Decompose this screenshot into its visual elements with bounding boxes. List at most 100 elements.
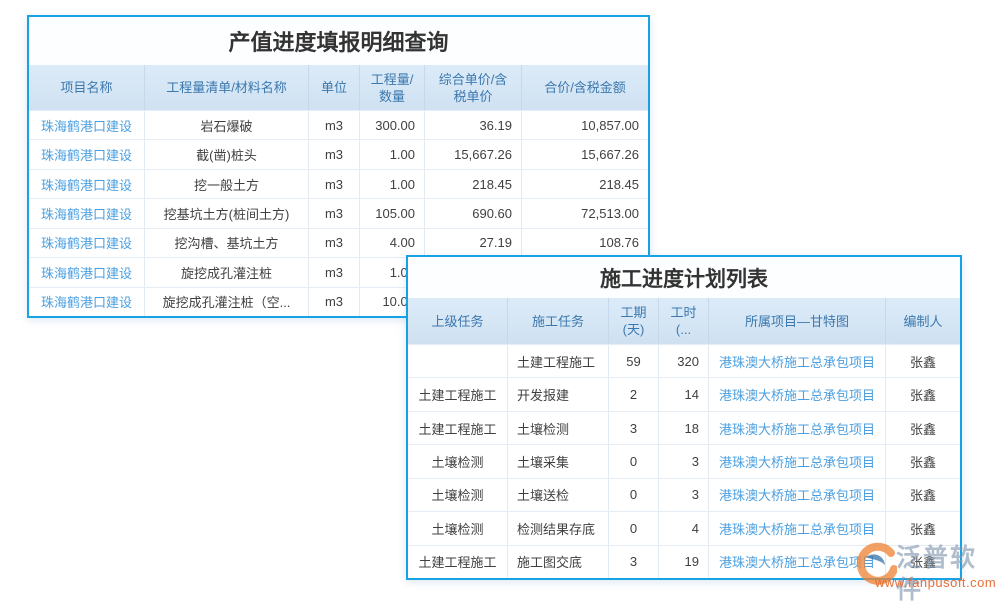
item-name-cell: 挖基坑土方(桩间土方) [145, 199, 309, 227]
unit-cell: m3 [309, 111, 360, 139]
table-row: 珠海鹤港口建设 挖沟槽、基坑土方 m3 4.00 27.19 108.76 [29, 228, 648, 257]
total-cell: 218.45 [522, 170, 648, 198]
project-link[interactable]: 珠海鹤港口建设 [41, 233, 132, 252]
parent-task-cell: 土建工程施工 [408, 546, 508, 578]
project-link[interactable]: 珠海鹤港口建设 [41, 292, 132, 311]
unit-price-cell: 690.60 [425, 199, 522, 227]
unit-cell: m3 [309, 199, 360, 227]
item-name-cell: 截(凿)桩头 [145, 140, 309, 168]
column-header-total: 合价/含税金额 [522, 65, 648, 110]
total-cell: 10,857.00 [522, 111, 648, 139]
author-cell: 张鑫 [886, 378, 960, 410]
unit-price-cell: 27.19 [425, 229, 522, 257]
fanpu-watermark: 泛普软件 www.fanpusoft.com [851, 542, 1000, 594]
project-gantt-link[interactable]: 港珠澳大桥施工总承包项目 [719, 519, 875, 538]
duration-cell: 0 [609, 445, 659, 477]
item-name-cell: 旋挖成孔灌注桩（空... [145, 288, 309, 316]
column-header-quantity: 工程量/数量 [360, 65, 425, 110]
unit-price-cell: 36.19 [425, 111, 522, 139]
hours-cell: 14 [659, 378, 709, 410]
project-gantt-link[interactable]: 港珠澳大桥施工总承包项目 [719, 485, 875, 504]
table-row: 土壤检测 土壤送检 0 3 港珠澳大桥施工总承包项目 张鑫 [408, 478, 960, 511]
unit-cell: m3 [309, 288, 360, 316]
column-header-parent-task: 上级任务 [408, 298, 508, 344]
schedule-title: 施工进度计划列表 [408, 257, 960, 298]
column-header-duration: 工期(天) [609, 298, 659, 344]
quantity-cell: 300.00 [360, 111, 425, 139]
parent-task-cell: 土壤检测 [408, 479, 508, 511]
project-link[interactable]: 珠海鹤港口建设 [41, 116, 132, 135]
task-cell: 土壤送检 [508, 479, 609, 511]
column-header-project-gantt: 所属项目—甘特图 [709, 298, 886, 344]
task-cell: 检测结果存底 [508, 512, 609, 544]
author-cell: 张鑫 [886, 445, 960, 477]
task-cell: 开发报建 [508, 378, 609, 410]
hours-cell: 18 [659, 412, 709, 444]
hours-cell: 3 [659, 445, 709, 477]
item-name-cell: 岩石爆破 [145, 111, 309, 139]
table-row: 土建工程施工 开发报建 2 14 港珠澳大桥施工总承包项目 张鑫 [408, 377, 960, 410]
task-cell: 土壤采集 [508, 445, 609, 477]
total-cell: 108.76 [522, 229, 648, 257]
table-row: 土建工程施工 59 320 港珠澳大桥施工总承包项目 张鑫 [408, 344, 960, 377]
item-name-cell: 挖一般土方 [145, 170, 309, 198]
project-gantt-link[interactable]: 港珠澳大桥施工总承包项目 [719, 352, 875, 371]
duration-cell: 3 [609, 546, 659, 578]
column-header-unit-price: 综合单价/含税单价 [425, 65, 522, 110]
column-header-author: 编制人 [886, 298, 960, 344]
task-cell: 土壤检测 [508, 412, 609, 444]
column-header-project: 项目名称 [29, 65, 145, 110]
parent-task-cell [408, 345, 508, 377]
author-cell: 张鑫 [886, 512, 960, 544]
parent-task-cell: 土建工程施工 [408, 378, 508, 410]
table-row: 珠海鹤港口建设 岩石爆破 m3 300.00 36.19 10,857.00 [29, 110, 648, 139]
hours-cell: 19 [659, 546, 709, 578]
project-gantt-link[interactable]: 港珠澳大桥施工总承包项目 [719, 385, 875, 404]
column-header-task: 施工任务 [508, 298, 609, 344]
quantity-cell: 4.00 [360, 229, 425, 257]
table-row: 珠海鹤港口建设 截(凿)桩头 m3 1.00 15,667.26 15,667.… [29, 139, 648, 168]
total-cell: 72,513.00 [522, 199, 648, 227]
hours-cell: 3 [659, 479, 709, 511]
project-link[interactable]: 珠海鹤港口建设 [41, 145, 132, 164]
project-gantt-link[interactable]: 港珠澳大桥施工总承包项目 [719, 419, 875, 438]
column-header-item: 工程量清单/材料名称 [145, 65, 309, 110]
task-cell: 施工图交底 [508, 546, 609, 578]
project-gantt-link[interactable]: 港珠澳大桥施工总承包项目 [719, 452, 875, 471]
item-name-cell: 旋挖成孔灌注桩 [145, 258, 309, 286]
table-header-row: 项目名称 工程量清单/材料名称 单位 工程量/数量 综合单价/含税单价 合价/含… [29, 65, 648, 110]
table-row: 珠海鹤港口建设 挖一般土方 m3 1.00 218.45 218.45 [29, 169, 648, 198]
project-link[interactable]: 珠海鹤港口建设 [41, 263, 132, 282]
parent-task-cell: 土壤检测 [408, 445, 508, 477]
table-row: 土壤检测 土壤采集 0 3 港珠澳大桥施工总承包项目 张鑫 [408, 444, 960, 477]
unit-cell: m3 [309, 258, 360, 286]
hours-cell: 4 [659, 512, 709, 544]
unit-price-cell: 15,667.26 [425, 140, 522, 168]
quantity-cell: 1.00 [360, 140, 425, 168]
task-cell: 土建工程施工 [508, 345, 609, 377]
author-cell: 张鑫 [886, 412, 960, 444]
duration-cell: 3 [609, 412, 659, 444]
unit-cell: m3 [309, 140, 360, 168]
project-link[interactable]: 珠海鹤港口建设 [41, 204, 132, 223]
duration-cell: 0 [609, 512, 659, 544]
item-name-cell: 挖沟槽、基坑土方 [145, 229, 309, 257]
column-header-unit: 单位 [309, 65, 360, 110]
duration-cell: 59 [609, 345, 659, 377]
project-link[interactable]: 珠海鹤港口建设 [41, 175, 132, 194]
duration-cell: 2 [609, 378, 659, 410]
author-cell: 张鑫 [886, 479, 960, 511]
duration-cell: 0 [609, 479, 659, 511]
parent-task-cell: 土建工程施工 [408, 412, 508, 444]
table-row: 珠海鹤港口建设 挖基坑土方(桩间土方) m3 105.00 690.60 72,… [29, 198, 648, 227]
parent-task-cell: 土壤检测 [408, 512, 508, 544]
construction-schedule-card: 施工进度计划列表 上级任务 施工任务 工期(天) 工时(... 所属项目—甘特图… [406, 255, 962, 580]
author-cell: 张鑫 [886, 345, 960, 377]
total-cell: 15,667.26 [522, 140, 648, 168]
column-header-hours: 工时(... [659, 298, 709, 344]
table-row: 土建工程施工 土壤检测 3 18 港珠澳大桥施工总承包项目 张鑫 [408, 411, 960, 444]
quantity-cell: 105.00 [360, 199, 425, 227]
unit-price-cell: 218.45 [425, 170, 522, 198]
table-row: 土壤检测 检测结果存底 0 4 港珠澳大桥施工总承包项目 张鑫 [408, 511, 960, 544]
unit-cell: m3 [309, 170, 360, 198]
